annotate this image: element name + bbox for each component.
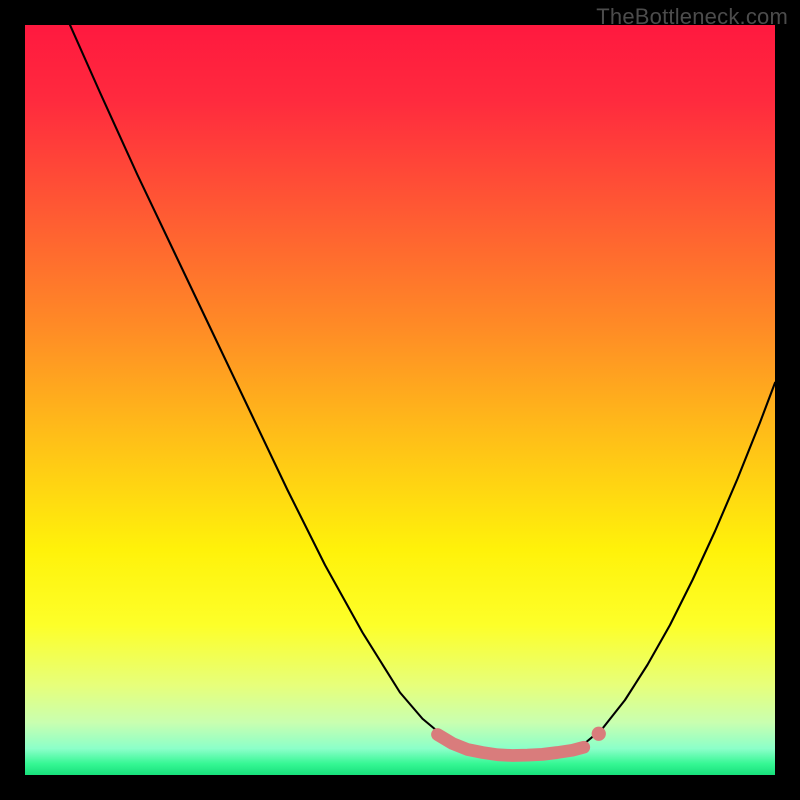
chart-frame: TheBottleneck.com [0, 0, 800, 800]
plot-area [25, 25, 775, 775]
watermark-text: TheBottleneck.com [596, 4, 788, 30]
background-gradient [25, 25, 775, 775]
